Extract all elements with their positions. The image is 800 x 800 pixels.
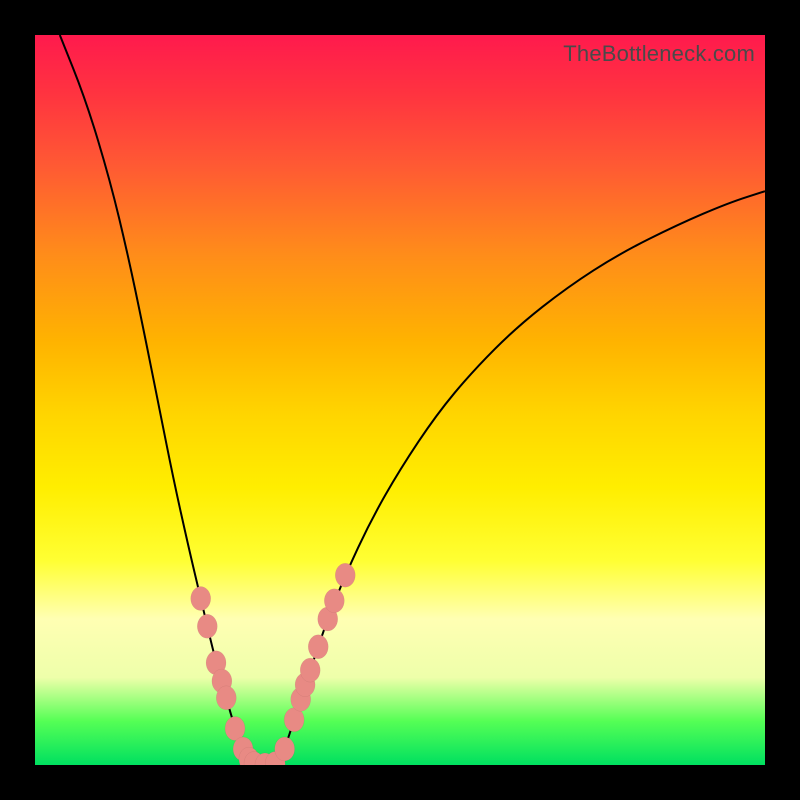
marker-point xyxy=(300,658,320,682)
watermark-text: TheBottleneck.com xyxy=(563,41,755,67)
marker-point xyxy=(335,563,355,587)
right-curve xyxy=(275,191,765,763)
marker-point xyxy=(197,614,217,638)
marker-point xyxy=(275,737,295,761)
marker-point xyxy=(216,686,236,710)
left-curve xyxy=(60,35,254,764)
marker-group xyxy=(191,563,356,765)
marker-point xyxy=(324,589,344,613)
chart-frame: TheBottleneck.com xyxy=(0,0,800,800)
marker-point xyxy=(308,635,328,659)
marker-point xyxy=(191,587,211,611)
curve-layer xyxy=(35,35,765,765)
plot-area: TheBottleneck.com xyxy=(35,35,765,765)
